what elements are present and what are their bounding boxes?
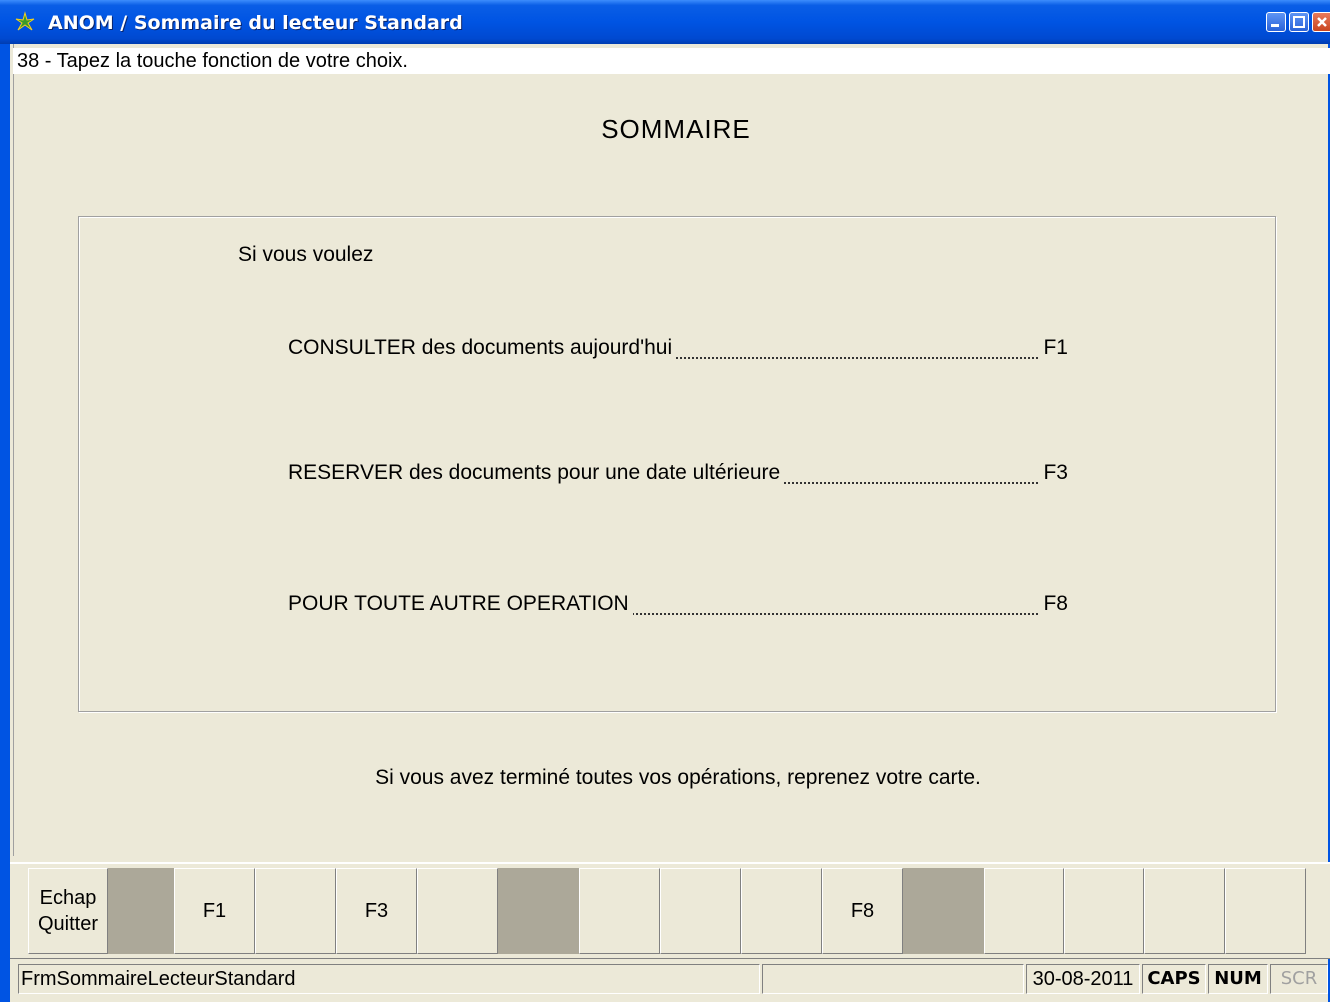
message-bar: 38 - Tapez la touche fonction de votre c… [13,48,1330,74]
option-label: CONSULTER des documents aujourd'hui [288,336,677,360]
fkey-slot-9[interactable] [660,868,741,954]
fkey-slot-4[interactable] [255,868,336,954]
option-autre[interactable]: POUR TOUTE AUTRE OPERATION F8 [288,592,1068,622]
fkey-slot-6[interactable] [417,868,498,954]
fkey-echap[interactable]: Echap Quitter [28,868,108,954]
option-label: POUR TOUTE AUTRE OPERATION [288,592,633,616]
maximize-button[interactable] [1289,12,1309,32]
minimize-icon [1271,24,1279,27]
function-key-bar: Echap Quitter F1 F3 F8 [10,862,1330,959]
status-middle-panel [762,964,1024,994]
close-button[interactable] [1312,12,1330,32]
fkey-slot-14[interactable] [1064,868,1144,954]
option-key: F1 [1039,336,1068,360]
fkey-slot-10[interactable] [741,868,822,954]
status-num: NUM [1208,964,1268,994]
fkey-slot-15[interactable] [1144,868,1225,954]
status-date: 30-08-2011 [1026,964,1140,994]
fkey-slot-8[interactable] [579,868,660,954]
minimize-button[interactable] [1266,12,1286,32]
fkey-slot-7 [498,868,579,954]
page-title: SOMMAIRE [601,114,751,144]
status-caps: CAPS [1142,964,1206,994]
option-label: RESERVER des documents pour une date ult… [288,461,785,485]
option-consulter[interactable]: CONSULTER des documents aujourd'hui F1 [288,336,1068,366]
status-form-name: FrmSommaireLecteurStandard [18,964,760,994]
option-reserver[interactable]: RESERVER des documents pour une date ult… [288,461,1068,491]
close-icon [1317,17,1327,27]
client-edge [10,44,14,856]
menu-intro: Si vous voulez [238,243,374,266]
fkey-f3[interactable]: F3 [336,868,417,954]
option-key: F8 [1039,592,1068,616]
fkey-slot-13[interactable] [984,868,1064,954]
window-frame-left [0,44,10,1002]
option-key: F3 [1039,461,1068,485]
fkey-slot-12 [903,868,984,954]
maximize-icon [1293,16,1305,28]
status-scr: SCR [1270,964,1328,994]
app-icon[interactable] [14,11,36,33]
fkey-slot-2 [108,868,174,954]
footer-message: Si vous avez terminé toutes vos opératio… [375,766,981,789]
status-bar: FrmSommaireLecteurStandard 30-08-2011 CA… [10,962,1330,998]
window-title: ANOM / Sommaire du lecteur Standard [48,12,463,34]
title-bar[interactable]: ANOM / Sommaire du lecteur Standard [0,0,1330,44]
fkey-f1[interactable]: F1 [174,868,255,954]
fkey-f8[interactable]: F8 [822,868,903,954]
fkey-slot-16[interactable] [1225,868,1306,954]
